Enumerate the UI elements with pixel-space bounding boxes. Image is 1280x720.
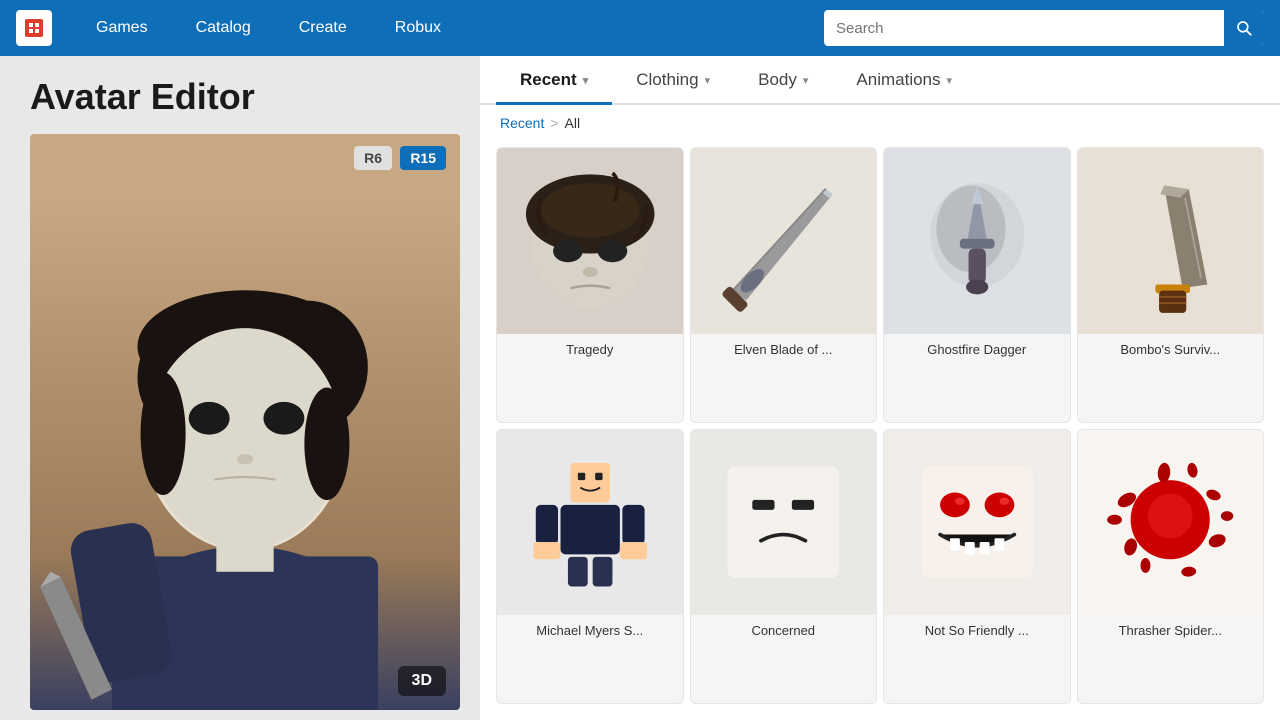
chevron-down-icon: ▾ [705, 74, 711, 87]
item-name-notfriendly: Not So Friendly ... [884, 615, 1070, 648]
item-name-concerned: Concerned [691, 615, 877, 648]
nav-create[interactable]: Create [275, 0, 371, 56]
item-thumb-michael [497, 430, 683, 616]
item-name-tragedy: Tragedy [497, 334, 683, 367]
tabs-bar: Recent ▾ Clothing ▾ Body ▾ Animations ▾ [480, 56, 1280, 105]
nav-catalog[interactable]: Catalog [172, 0, 275, 56]
item-card-thrasher[interactable]: Thrasher Spider... [1077, 429, 1265, 705]
item-name-bombo: Bombo's Surviv... [1078, 334, 1264, 367]
r6-badge[interactable]: R6 [354, 146, 392, 170]
item-thumb-thrasher [1078, 430, 1264, 616]
3d-badge[interactable]: 3D [398, 666, 446, 696]
left-panel: Avatar Editor [0, 56, 480, 720]
navbar: Games Catalog Create Robux [0, 0, 1280, 56]
breadcrumb-current: All [565, 115, 581, 131]
page-title: Avatar Editor [30, 76, 460, 118]
nav-games[interactable]: Games [72, 0, 172, 56]
item-name-thrasher: Thrasher Spider... [1078, 615, 1264, 648]
item-thumb-elven [691, 148, 877, 334]
tab-recent[interactable]: Recent ▾ [496, 56, 612, 105]
tab-clothing[interactable]: Clothing ▾ [612, 56, 734, 105]
breadcrumb-parent[interactable]: Recent [500, 115, 544, 131]
item-card-elven[interactable]: Elven Blade of ... [690, 147, 878, 423]
item-thumb-tragedy [497, 148, 683, 334]
item-thumb-concerned [691, 430, 877, 616]
r15-badge[interactable]: R15 [400, 146, 446, 170]
tab-animations[interactable]: Animations ▾ [832, 56, 976, 105]
search-input[interactable] [824, 10, 1224, 46]
item-card-michael[interactable]: Michael Myers S... [496, 429, 684, 705]
main-content: Avatar Editor [0, 56, 1280, 720]
item-card-concerned[interactable]: Concerned [690, 429, 878, 705]
search-container [824, 10, 1264, 46]
nav-robux[interactable]: Robux [371, 0, 465, 56]
breadcrumb: Recent > All [480, 105, 1280, 141]
item-card-ghostfire[interactable]: Ghostfire Dagger [883, 147, 1071, 423]
item-card-bombo[interactable]: Bombo's Surviv... [1077, 147, 1265, 423]
item-card-notfriendly[interactable]: Not So Friendly ... [883, 429, 1071, 705]
search-icon [1235, 19, 1253, 37]
item-name-michael: Michael Myers S... [497, 615, 683, 648]
item-thumb-bombo [1078, 148, 1264, 334]
item-thumb-notfriendly [884, 430, 1070, 616]
chevron-down-icon: ▾ [947, 74, 953, 87]
items-grid: Tragedy Elven Blade of ... [480, 141, 1280, 720]
nav-links: Games Catalog Create Robux [72, 0, 465, 56]
item-name-elven: Elven Blade of ... [691, 334, 877, 367]
chevron-down-icon: ▾ [803, 74, 809, 87]
roblox-logo[interactable] [16, 10, 52, 46]
right-panel: Recent ▾ Clothing ▾ Body ▾ Animations ▾ … [480, 56, 1280, 720]
item-thumb-ghostfire [884, 148, 1070, 334]
breadcrumb-separator: > [550, 115, 558, 131]
chevron-down-icon: ▾ [583, 74, 589, 87]
avatar-image [30, 134, 460, 710]
search-button[interactable] [1224, 10, 1264, 46]
tab-body[interactable]: Body ▾ [734, 56, 832, 105]
item-name-ghostfire: Ghostfire Dagger [884, 334, 1070, 367]
item-card-tragedy[interactable]: Tragedy [496, 147, 684, 423]
avatar-container: R6 R15 3D [30, 134, 460, 710]
